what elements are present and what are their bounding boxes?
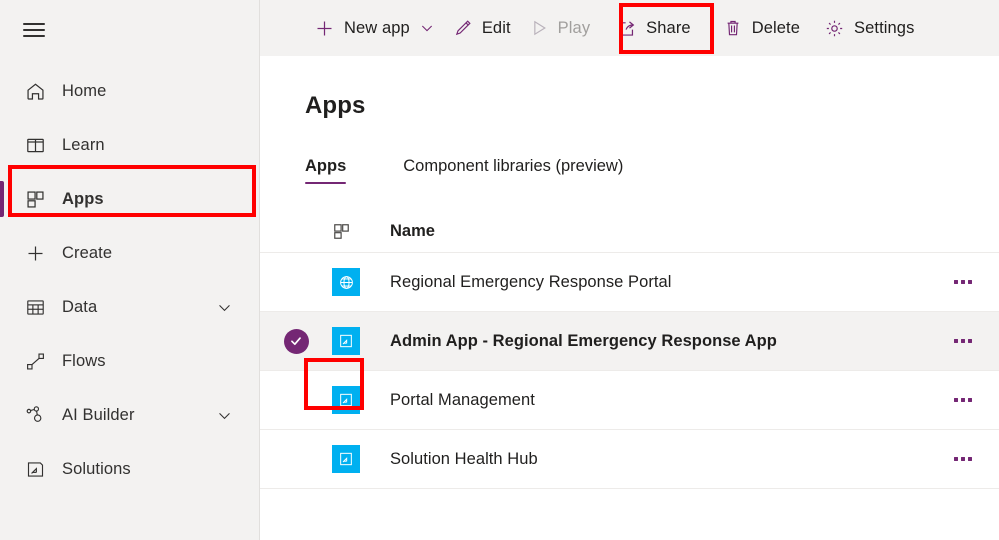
sidebar-item-label: Apps	[62, 189, 104, 208]
delete-button[interactable]: Delete	[714, 8, 809, 48]
tab-apps[interactable]: Apps	[305, 157, 347, 184]
edit-button[interactable]: Edit	[444, 8, 520, 48]
tab-list: Apps Component libraries (preview)	[305, 150, 999, 184]
row-icon-cell	[332, 268, 390, 296]
model-app-tile-icon	[332, 327, 360, 355]
apps-grid-icon	[332, 222, 351, 241]
table-row[interactable]: Regional Emergency Response Portal	[260, 253, 999, 312]
sidebar-item-apps[interactable]: Apps	[0, 172, 259, 226]
model-app-tile-icon	[332, 386, 360, 414]
pencil-icon	[453, 18, 473, 38]
table-row[interactable]: Admin App - Regional Emergency Response …	[260, 312, 999, 371]
gear-icon	[824, 18, 845, 39]
row-checkbox[interactable]	[260, 328, 332, 354]
hamburger-menu-button[interactable]	[10, 6, 58, 54]
play-triangle-icon	[529, 18, 549, 38]
more-options-icon[interactable]	[954, 339, 972, 343]
row-more-cell[interactable]	[927, 398, 999, 402]
row-name-cell[interactable]: Portal Management	[390, 391, 927, 410]
edit-label: Edit	[481, 18, 511, 37]
row-icon-cell	[332, 327, 390, 355]
sidebar-item-label: Home	[62, 81, 107, 100]
plus-icon	[22, 240, 48, 266]
sidebar-item-flows[interactable]: Flows	[0, 334, 259, 388]
header-icon-cell	[332, 222, 390, 241]
plus-icon	[314, 18, 335, 39]
chevron-down-icon[interactable]	[419, 20, 435, 36]
tab-component-libraries[interactable]: Component libraries (preview)	[403, 157, 623, 184]
home-icon	[22, 78, 48, 104]
checkmark-icon	[283, 328, 309, 354]
play-button: Play	[520, 8, 600, 48]
sidebar-item-label: Solutions	[62, 459, 131, 478]
sidebar-item-label: Data	[62, 297, 98, 316]
sidebar-item-label: Learn	[62, 135, 105, 154]
apps-grid-icon	[22, 186, 48, 212]
row-more-cell[interactable]	[927, 457, 999, 461]
tab-label: Component libraries (preview)	[403, 157, 624, 175]
book-icon	[22, 132, 48, 158]
play-label: Play	[557, 18, 591, 37]
app-name: Solution Health Hub	[390, 449, 538, 468]
share-button[interactable]: Share	[607, 8, 700, 48]
row-name-cell[interactable]: Admin App - Regional Emergency Response …	[390, 332, 927, 351]
hamburger-menu-icon	[23, 19, 45, 42]
delete-label: Delete	[751, 18, 800, 37]
flows-icon	[22, 348, 48, 374]
table-icon	[22, 294, 48, 320]
trash-icon	[723, 18, 743, 38]
command-bar: New app Edit Play Share Delete Settings	[260, 0, 999, 56]
row-more-cell[interactable]	[927, 280, 999, 284]
power-apps-maker-portal: Home Learn Apps Create Data Flows AI Bui…	[0, 0, 999, 540]
header-name-cell[interactable]: Name	[390, 222, 927, 241]
apps-page-content: Apps Apps Component libraries (preview)	[260, 92, 999, 489]
sidebar-item-ai-builder[interactable]: AI Builder	[0, 388, 259, 442]
sidebar-active-indicator	[0, 181, 4, 217]
row-icon-cell	[332, 445, 390, 473]
settings-label: Settings	[854, 18, 915, 37]
chevron-down-icon[interactable]	[216, 407, 233, 424]
app-name: Portal Management	[390, 390, 535, 409]
page-title: Apps	[305, 92, 366, 119]
settings-button[interactable]: Settings	[815, 8, 923, 48]
main-content-area: New app Edit Play Share Delete Settings …	[260, 0, 999, 540]
row-name-cell[interactable]: Regional Emergency Response Portal	[390, 273, 927, 292]
share-icon	[616, 18, 637, 39]
table-row[interactable]: Portal Management	[260, 371, 999, 430]
app-name: Admin App - Regional Emergency Response …	[390, 331, 777, 350]
row-name-cell[interactable]: Solution Health Hub	[390, 450, 927, 469]
sidebar-item-label: Flows	[62, 351, 106, 370]
chevron-down-icon[interactable]	[216, 299, 233, 316]
sidebar-item-home[interactable]: Home	[0, 64, 259, 118]
apps-table: Name Regional Emergency Response Portal …	[260, 210, 999, 489]
model-app-tile-icon	[332, 445, 360, 473]
row-icon-cell	[332, 386, 390, 414]
globe-tile-icon	[332, 268, 360, 296]
sidebar-item-solutions[interactable]: Solutions	[0, 442, 259, 496]
tab-label: Apps	[305, 157, 347, 175]
ai-builder-icon	[22, 402, 48, 428]
row-more-cell[interactable]	[927, 339, 999, 343]
sidebar-item-label: Create	[62, 243, 113, 262]
new-app-label: New app	[344, 18, 410, 37]
more-options-icon[interactable]	[954, 280, 972, 284]
more-options-icon[interactable]	[954, 398, 972, 402]
sidebar-item-data[interactable]: Data	[0, 280, 259, 334]
app-name: Regional Emergency Response Portal	[390, 272, 672, 291]
sidebar-item-learn[interactable]: Learn	[0, 118, 259, 172]
table-header-row: Name	[260, 210, 999, 253]
table-row[interactable]: Solution Health Hub	[260, 430, 999, 489]
column-header-name: Name	[390, 221, 435, 240]
new-app-button[interactable]: New app	[305, 8, 444, 48]
sidebar-item-create[interactable]: Create	[0, 226, 259, 280]
sidebar-item-label: AI Builder	[62, 405, 135, 424]
more-options-icon[interactable]	[954, 457, 972, 461]
left-navigation-sidebar: Home Learn Apps Create Data Flows AI Bui…	[0, 0, 260, 540]
solutions-icon	[22, 456, 48, 482]
share-label: Share	[646, 18, 691, 37]
sidebar-nav-list: Home Learn Apps Create Data Flows AI Bui…	[0, 64, 259, 496]
